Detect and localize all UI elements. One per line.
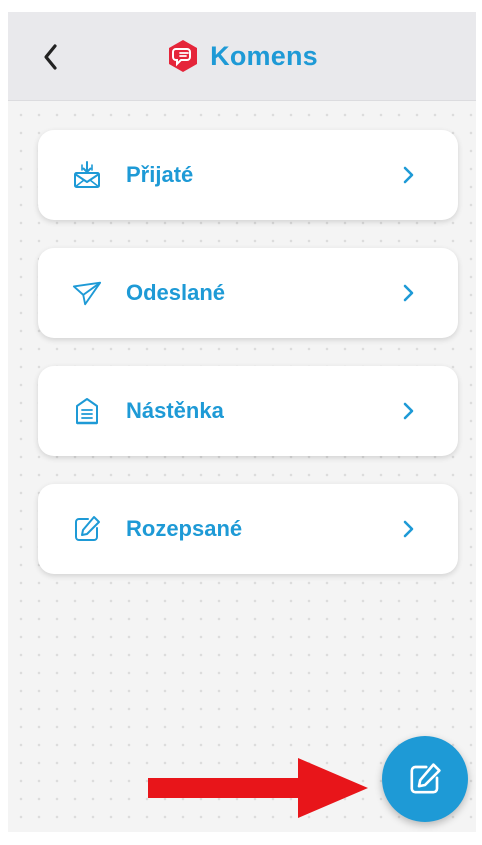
noticeboard-icon: [72, 396, 102, 426]
menu-item-received[interactable]: Přijaté: [38, 130, 458, 220]
chat-bubble-logo-icon: [169, 40, 198, 72]
app-screen: Komens Přijaté Odeslané Nástěnka Rozepsa…: [8, 12, 476, 832]
page-title: Komens: [210, 40, 318, 71]
menu-item-label: Rozepsané: [126, 516, 243, 541]
compose-icon: [410, 763, 441, 794]
header-title-group: Komens: [8, 12, 476, 100]
menu-item-sent[interactable]: Odeslané: [38, 248, 458, 338]
inbox-mail-icon: [72, 160, 102, 190]
compose-button[interactable]: [382, 736, 468, 822]
chevron-right-icon: [398, 162, 418, 188]
paper-plane-icon: [72, 278, 102, 308]
menu-item-label: Přijaté: [126, 162, 194, 187]
menu-item-noticeboard[interactable]: Nástěnka: [38, 366, 458, 456]
menu-item-label: Nástěnka: [126, 398, 224, 423]
chevron-right-icon: [398, 516, 418, 542]
menu-item-label: Odeslané: [126, 280, 226, 305]
header-bar: Komens: [8, 12, 476, 101]
menu-item-drafts[interactable]: Rozepsané: [38, 484, 458, 574]
annotation-arrow: [148, 758, 368, 818]
chevron-right-icon: [398, 280, 418, 306]
edit-draft-icon: [72, 514, 102, 544]
chevron-right-icon: [398, 398, 418, 424]
